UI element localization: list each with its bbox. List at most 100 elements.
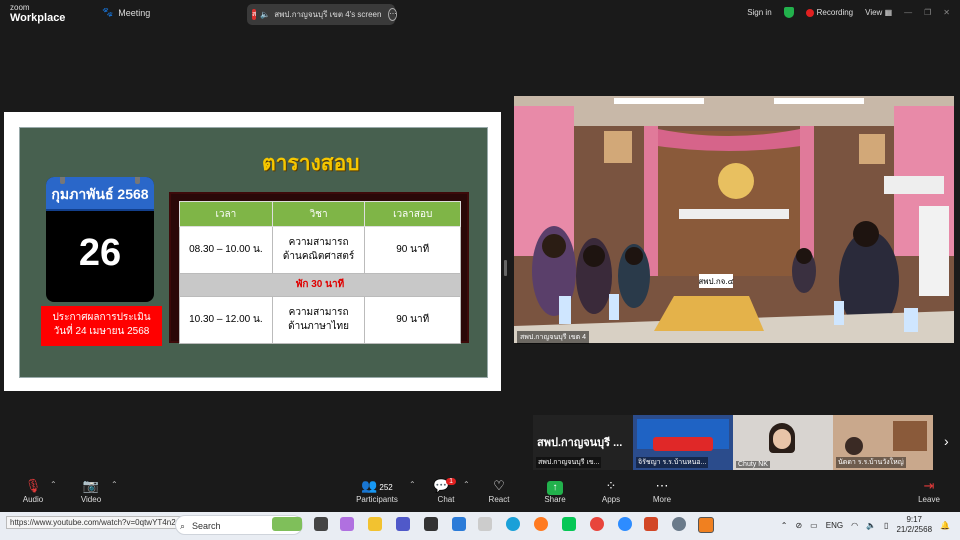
share-label: Share — [544, 495, 566, 504]
apps-icon: ⁘ — [605, 478, 617, 493]
paw-icon: 🐾 — [102, 7, 114, 17]
participants-button[interactable]: 👥 252 Participants — [352, 477, 402, 504]
thumb-label: สพป.กาญจนบุรี เข... — [536, 457, 602, 468]
search-placeholder: Search — [192, 521, 221, 531]
thumb-person-face — [773, 429, 791, 449]
row2-duration: 90 นาที — [364, 296, 461, 344]
calendar-month: กุมภาพันธ์ 2568 — [51, 186, 149, 202]
zoom-workplace-logo: zoom Workplace — [10, 4, 65, 24]
audio-label: Audio — [22, 495, 44, 504]
teams-icon[interactable] — [396, 517, 410, 531]
line-icon[interactable] — [562, 517, 576, 531]
row1-subject-line2: ด้านคณิตศาสตร์ — [282, 251, 355, 262]
table-row-break: พัก 30 นาที — [179, 273, 461, 297]
chat-caret-icon[interactable]: ⌃ — [463, 480, 470, 489]
volume-icon[interactable]: 🔈 — [866, 521, 876, 530]
table-header-row: เวลา วิชา เวลาสอบ — [179, 201, 461, 227]
tray-overflow-icon[interactable]: ⌃ — [781, 521, 788, 530]
calendar-ring-icon — [135, 177, 140, 184]
thumb-shelf — [893, 421, 927, 451]
screen-share-indicator[interactable]: ส 🔈 สพป.กาญจนบุรี เขต 4's screen ⋯ — [247, 4, 398, 25]
file-explorer-icon[interactable] — [368, 517, 382, 531]
minimize-icon[interactable]: — — [904, 8, 912, 17]
participant-thumbnail[interactable]: สพป.กาญจนบุรี ... สพป.กาญจนบุรี เข... — [533, 415, 633, 470]
apps-button[interactable]: ⁘ Apps — [586, 477, 636, 504]
meeting-tab[interactable]: 🐾 Meeting — [102, 7, 150, 18]
network-status-icon[interactable]: ⊘ — [795, 521, 802, 530]
edge-icon[interactable] — [506, 517, 520, 531]
row1-duration: 90 นาที — [364, 226, 461, 274]
firefox-icon[interactable] — [534, 517, 548, 531]
participant-thumbnail[interactable]: จิรัชญา ร.ร.บ้านหนอ... — [633, 415, 733, 470]
heart-icon: ♡ — [493, 478, 505, 493]
powerpoint-icon[interactable] — [644, 517, 658, 531]
thumb-label: Chuty NK — [736, 461, 770, 468]
meeting-room-scene: สพป.กจ.๔ — [514, 96, 954, 343]
header-subject: วิชา — [271, 201, 366, 227]
chat-label: Chat — [437, 495, 455, 504]
zoom-icon[interactable] — [618, 517, 632, 531]
system-tray: ⌃ ⊘ ▭ ENG ◠ 🔈 ▯ 9:17 21/2/2568 🔔 — [781, 515, 950, 535]
recording-label: Recording — [816, 8, 854, 17]
view-button[interactable]: View ▦ — [865, 8, 892, 17]
participant-thumbnail-strip: สพป.กาญจนบุรี ... สพป.กาญจนบุรี เข... จิ… — [533, 415, 933, 470]
video-label: Video — [80, 495, 102, 504]
thumb-label: นัดดา ร.ร.บ้านวังใหญ่ — [836, 457, 906, 468]
close-icon[interactable]: ✕ — [943, 8, 950, 17]
panel-splitter-handle[interactable] — [504, 260, 507, 276]
speaker-name-label: สพป.กาญจนบุรี เขต 4 — [517, 331, 590, 344]
participant-thumbnail[interactable]: Chuty NK — [733, 415, 833, 470]
thumb-banner — [653, 437, 713, 451]
sign-in-link[interactable]: Sign in — [747, 8, 771, 17]
record-dot-icon — [805, 8, 814, 17]
leave-button[interactable]: ⇥ Leave — [904, 477, 954, 504]
app-a-icon[interactable] — [478, 517, 492, 531]
restore-icon[interactable]: ❐ — [924, 8, 931, 17]
apps-label: Apps — [601, 495, 621, 504]
participant-thumbnail[interactable]: นัดดา ร.ร.บ้านวังใหญ่ — [833, 415, 933, 470]
store-icon[interactable] — [452, 517, 466, 531]
leave-icon: ⇥ — [923, 478, 935, 493]
battery-icon[interactable]: ▭ — [810, 521, 818, 530]
brand-line1: zoom — [10, 3, 30, 12]
header-duration: เวลาสอบ — [364, 201, 461, 227]
active-app-icon[interactable] — [698, 517, 714, 533]
table-row: 10.30 – 12.00 น. ความสามารถ ด้านภาษาไทย 9… — [179, 296, 461, 344]
row2-time: 10.30 – 12.00 น. — [179, 296, 273, 344]
calendar-ring-icon — [60, 177, 65, 184]
react-button[interactable]: ♡ React — [474, 477, 524, 504]
thumb-title: สพป.กาญจนบุรี ... — [537, 437, 623, 449]
copilot-icon[interactable] — [340, 517, 354, 531]
participants-count: 252 — [379, 483, 393, 492]
task-view-icon[interactable] — [314, 517, 328, 531]
leave-label: Leave — [918, 495, 940, 504]
notification-icon[interactable]: 🔔 — [940, 521, 950, 530]
table-row: 08.30 – 10.00 น. ความสามารถ ด้านคณิตศาสตร… — [179, 226, 461, 274]
security-shield-icon[interactable] — [783, 7, 794, 18]
next-page-arrow-icon[interactable]: › — [944, 433, 949, 449]
chrome-icon[interactable] — [590, 517, 604, 531]
header-time: เวลา — [179, 201, 273, 227]
recording-indicator[interactable]: Recording — [805, 8, 854, 17]
exam-schedule-table: เวลา วิชา เวลาสอบ 08.30 – 10.00 น. ความส… — [179, 201, 461, 344]
power-icon[interactable]: ▯ — [884, 521, 888, 530]
settings-icon[interactable] — [672, 517, 686, 531]
search-highlight-icon[interactable] — [272, 517, 302, 531]
video-options-caret-icon[interactable]: ⌃ — [111, 480, 118, 489]
participants-icon: 👥 252 — [361, 478, 393, 493]
share-button[interactable]: ↑ Share — [530, 477, 580, 504]
language-indicator[interactable]: ENG — [826, 521, 843, 530]
more-button[interactable]: ⋯ More — [637, 477, 687, 504]
brand-line2: Workplace — [10, 12, 66, 24]
amazon-icon[interactable] — [424, 517, 438, 531]
audio-options-caret-icon[interactable]: ⌃ — [50, 480, 57, 489]
chat-badge: 1 — [446, 478, 457, 485]
wifi-icon[interactable]: ◠ — [851, 521, 858, 530]
notice-line2: วันที่ 24 เมษายน 2568 — [53, 326, 150, 337]
grid-icon: ▦ — [884, 8, 893, 17]
clock[interactable]: 9:17 21/2/2568 — [896, 515, 932, 535]
participants-caret-icon[interactable]: ⌃ — [409, 480, 416, 489]
active-speaker-video[interactable]: สพป.กจ.๔ — [514, 96, 954, 343]
sharer-avatar: ส — [252, 9, 257, 20]
video-button[interactable]: 📷 Video — [66, 477, 116, 504]
